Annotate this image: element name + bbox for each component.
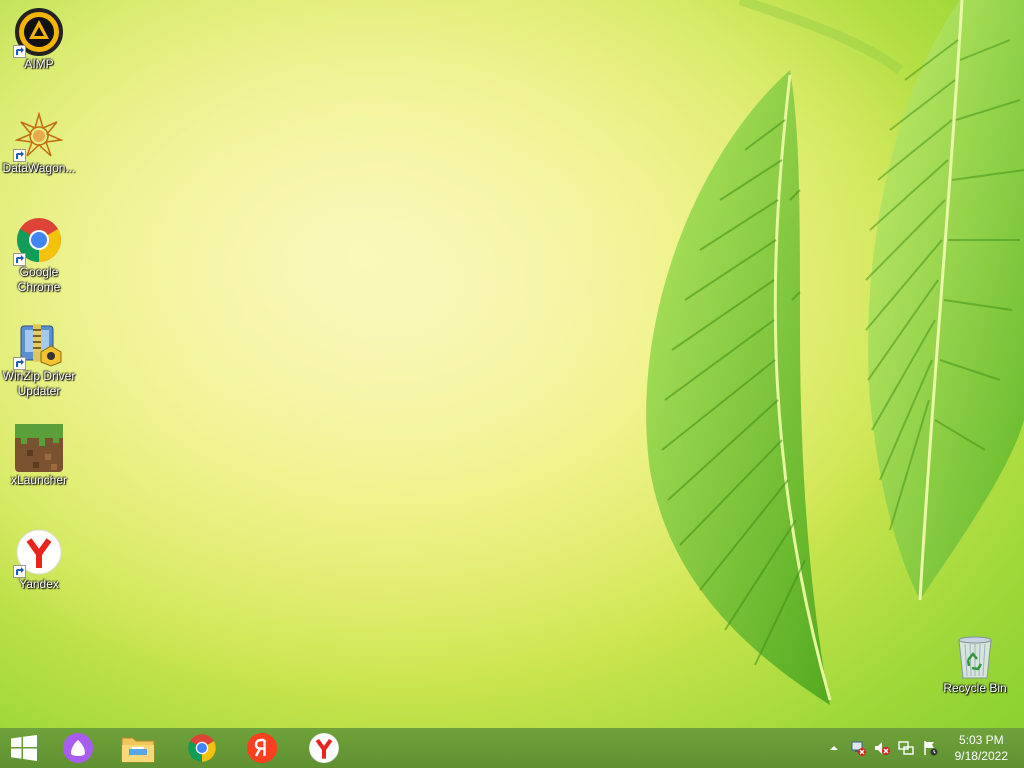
yandex-browser-icon: [309, 733, 339, 763]
yandex-icon: [247, 733, 277, 763]
volume-muted-icon[interactable]: [874, 740, 890, 756]
shortcut-arrow-icon: [13, 45, 26, 58]
taskbar-yandex-button[interactable]: [234, 728, 290, 768]
desktop-icon-label: Yandex: [19, 577, 59, 591]
alice-icon: [63, 733, 93, 763]
desktop-icon-google-chrome[interactable]: Google Chrome: [2, 210, 76, 295]
taskbar: 5:03 PM 9/18/2022: [0, 728, 1024, 768]
desktop-icon-winzip-driver-updater[interactable]: WinZip Driver Updater: [2, 314, 76, 399]
shortcut-arrow-icon: [13, 357, 26, 370]
xlauncher-icon: [15, 424, 63, 472]
desktop-icon-label: Recycle Bin: [943, 681, 1007, 695]
taskbar-file-explorer-button[interactable]: [110, 728, 166, 768]
taskbar-yandex-browser-button[interactable]: [296, 728, 352, 768]
desktop-icon-datawagon[interactable]: DataWagon...: [2, 106, 76, 176]
recycle-bin-icon: [958, 636, 992, 679]
desktop-icon-label: WinZip Driver Updater: [2, 369, 76, 398]
wallpaper: [0, 0, 1024, 728]
desktop-icon-xlauncher[interactable]: xLauncher: [2, 418, 76, 488]
clock-time: 5:03 PM: [958, 733, 1004, 747]
desktop-icon-label: AIMP: [24, 57, 54, 71]
desktop-icon-label: DataWagon...: [2, 161, 76, 175]
taskbar-chrome-button[interactable]: [174, 728, 230, 768]
desktop-icon-aimp[interactable]: AIMP: [2, 2, 76, 72]
chrome-icon: [188, 734, 216, 762]
clock-date: 9/18/2022: [954, 749, 1008, 763]
network-error-icon[interactable]: [850, 740, 866, 756]
network-icon[interactable]: [898, 740, 914, 756]
taskbar-clock[interactable]: 5:03 PM 9/18/2022: [955, 732, 1008, 764]
desktop-icon-label: xLauncher: [10, 473, 68, 487]
start-icon: [11, 735, 37, 761]
shortcut-arrow-icon: [13, 149, 26, 162]
taskbar-alice-button[interactable]: [50, 728, 106, 768]
desktop-icon-recycle-bin[interactable]: Recycle Bin: [938, 626, 1012, 696]
shortcut-arrow-icon: [13, 253, 26, 266]
desktop-icon-label: Google Chrome: [17, 265, 61, 294]
show-hidden-icons-arrow[interactable]: [826, 740, 842, 756]
file-explorer-icon: [121, 737, 155, 763]
desktop-icon-yandex[interactable]: Yandex: [2, 522, 76, 592]
start-button[interactable]: [0, 728, 48, 768]
shortcut-arrow-icon: [13, 565, 26, 578]
action-center-icon[interactable]: [922, 740, 938, 756]
